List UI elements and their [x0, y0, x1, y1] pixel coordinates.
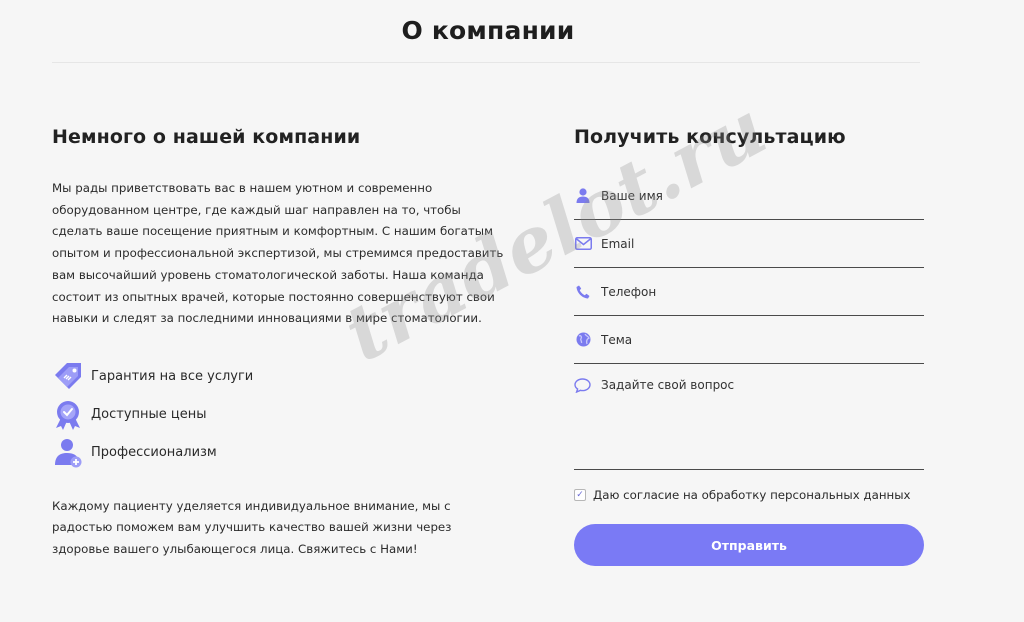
phone-icon: [574, 283, 592, 301]
consent-checkbox[interactable]: ✓: [574, 489, 586, 501]
about-text: Мы рады приветствовать вас в нашем уютно…: [52, 181, 504, 326]
phone-input[interactable]: [601, 284, 901, 299]
feature-label: Доступные цены: [91, 407, 207, 423]
badge-check-icon: [52, 399, 84, 431]
about-heading: Немного о нашей компании: [52, 126, 361, 148]
features-list: Гарантия на все услуги Доступные цены Пр…: [52, 358, 507, 472]
envelope-icon: [574, 235, 592, 253]
email-field: [574, 220, 924, 268]
feature-label: Профессионализм: [91, 445, 217, 461]
price-tag-icon: [52, 361, 84, 393]
feature-guarantee: Гарантия на все услуги: [52, 358, 507, 396]
submit-button[interactable]: Отправить: [574, 524, 924, 566]
question-textarea[interactable]: [601, 378, 921, 458]
feature-prices: Доступные цены: [52, 396, 507, 434]
email-input[interactable]: [601, 236, 901, 251]
consent-row: ✓ Даю согласие на обработку персональных…: [574, 488, 924, 502]
form-fields: [574, 172, 924, 470]
consent-label[interactable]: Даю согласие на обработку персональных д…: [593, 488, 911, 502]
consultation-form: Получить консультацию Ваше имя Email Тел…: [574, 126, 924, 566]
page-title: О компании: [401, 16, 575, 45]
feature-professionalism: Профессионализм: [52, 434, 507, 472]
question-field: [574, 364, 924, 470]
name-input[interactable]: [601, 188, 901, 203]
globe-icon: [574, 331, 592, 349]
topic-input[interactable]: [601, 332, 901, 347]
topic-field: [574, 316, 924, 364]
feature-label: Гарантия на все услуги: [91, 369, 254, 385]
form-heading: Получить консультацию: [574, 126, 846, 148]
chat-bubble-icon: [574, 378, 592, 396]
phone-field: [574, 268, 924, 316]
user-icon: [574, 187, 592, 205]
title-divider: [52, 62, 920, 63]
name-field: [574, 172, 924, 220]
closing-text: Каждому пациенту уделяется индивидуально…: [52, 498, 452, 556]
user-plus-icon: [52, 437, 84, 469]
about-section: Немного о нашей компании Мы рады приветс…: [52, 126, 507, 560]
